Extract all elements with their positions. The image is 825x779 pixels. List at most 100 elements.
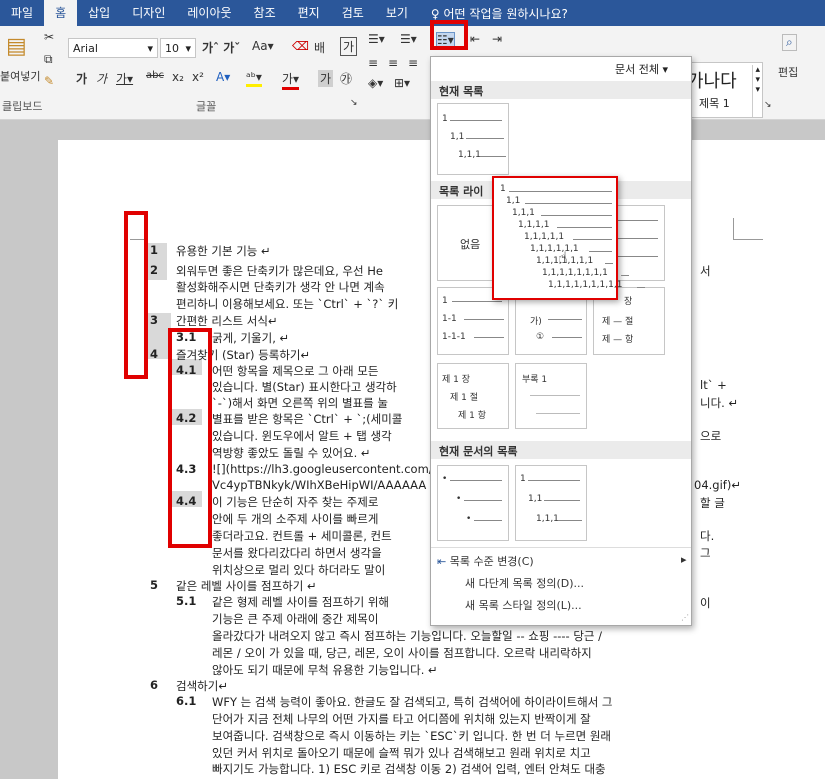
tile-level: 1,1,1: [536, 514, 559, 524]
tell-me-text: 어떤 작업을 원하시나요?: [443, 6, 568, 21]
strikethrough-icon[interactable]: abc: [146, 70, 164, 81]
enclose-icon[interactable]: ㉮: [340, 70, 352, 87]
tab-home[interactable]: 홈: [44, 0, 78, 26]
cut-icon[interactable]: ✂: [44, 30, 54, 44]
style-heading-1[interactable]: 제목 1: [699, 95, 730, 111]
italic-icon[interactable]: 가: [96, 70, 107, 87]
document-line: 기능은 큰 주제 아래에 중간 제목이: [212, 612, 379, 626]
annotation-box-level-1: [124, 211, 148, 379]
text-fragment: 04.gif)↵: [694, 478, 741, 492]
tab-insert[interactable]: 삽입: [77, 0, 121, 26]
tab-design[interactable]: 디자인: [121, 0, 176, 26]
list-library-tile-7[interactable]: 제 1 장 제 1 절 제 1 항: [437, 363, 509, 429]
tile-level: 1-1: [442, 314, 457, 324]
shading-icon[interactable]: ◈▾: [368, 76, 383, 90]
preview-line: [541, 215, 612, 216]
font-color-icon[interactable]: 가▾: [282, 70, 300, 90]
document-line: 있습니다. 윈도우에서 알트 + 탭 생각: [212, 429, 392, 443]
text-fragment: lt` +: [700, 378, 727, 392]
bold-icon[interactable]: 가: [76, 70, 87, 87]
underline-icon[interactable]: 가▾: [116, 70, 133, 87]
align-right-icon[interactable]: ≡: [408, 56, 418, 70]
char-border-icon[interactable]: 가: [340, 37, 358, 56]
doc-list-tile-2[interactable]: 1 1,1 1,1,1: [515, 465, 587, 541]
preview-level: 1,1,1,1,1,1,1,1: [542, 268, 608, 278]
paste-label[interactable]: 붙여넣기: [0, 68, 40, 84]
align-left-icon[interactable]: ≡: [368, 56, 378, 70]
change-case-icon[interactable]: Aa▾: [252, 39, 274, 53]
numbering-icon[interactable]: ☰▾: [400, 32, 417, 46]
font-name-select[interactable]: Arial ▾: [68, 38, 158, 58]
resize-grip-icon[interactable]: ⋰: [681, 613, 689, 622]
copy-icon[interactable]: ⧉: [44, 52, 53, 67]
tab-view[interactable]: 보기: [375, 0, 419, 26]
text-fragment: 할 글: [700, 496, 725, 510]
tab-mailings[interactable]: 편지: [287, 0, 331, 26]
doc-list-tile-1[interactable]: • • •: [437, 465, 509, 541]
preview-line: [557, 227, 612, 228]
align-center-icon[interactable]: ≡: [388, 56, 398, 70]
style-heading-preview[interactable]: 가나다: [687, 67, 737, 93]
scope-select[interactable]: 문서 전체 ▾: [615, 61, 668, 77]
preview-line: [573, 239, 612, 240]
text-effects-icon[interactable]: A▾: [216, 70, 230, 84]
font-dialog-launcher-icon[interactable]: ↘: [350, 98, 358, 108]
text-fragment: 그: [700, 546, 711, 560]
char-shading-icon[interactable]: 가: [318, 70, 334, 87]
borders-icon[interactable]: ⊞▾: [394, 76, 410, 90]
none-label: 없음: [460, 238, 481, 251]
find-icon[interactable]: ⌕: [782, 34, 797, 51]
clipboard-group-label: 클립보드: [2, 100, 43, 113]
current-list-tile[interactable]: 1 1,1 1,1,1: [437, 103, 509, 175]
tab-layout[interactable]: 레이아웃: [176, 0, 242, 26]
text-fragment: 서: [700, 264, 711, 278]
text-fragment: 이: [700, 596, 711, 610]
format-painter-icon[interactable]: ✎: [44, 74, 54, 88]
document-line: 어떤 항목을 제목으로 그 아래 모든: [212, 364, 379, 378]
document-line: 간편한 리스트 서식↵: [176, 314, 278, 328]
list-number: 4: [150, 347, 159, 361]
tell-me-box[interactable]: ♀ 어떤 작업을 원하시나요?: [419, 5, 568, 22]
tile-level: 제 1 항: [458, 411, 487, 421]
font-name-value: Arial: [73, 41, 98, 55]
chevron-down-icon: ▾: [147, 41, 153, 55]
phonetic-icon[interactable]: 배: [314, 39, 325, 56]
grow-font-icon[interactable]: 가ˆ 가ˇ: [202, 39, 240, 56]
superscript-icon[interactable]: x²: [192, 70, 204, 84]
document-line: 같은 형제 레벨 사이를 점프하기 위해: [212, 595, 389, 609]
list-number: 2: [150, 263, 159, 277]
edit-label[interactable]: 편집: [778, 64, 798, 80]
decrease-indent-icon[interactable]: ⇤: [470, 32, 480, 46]
menu-change-list-level[interactable]: ⇤ 목록 수준 변경(C) ▸: [437, 553, 687, 569]
multilevel-list-dropdown: 문서 전체 ▾ 현재 목록 1 1,1 1,1,1 목록 라이 없음 1 1-1…: [430, 56, 692, 626]
paste-icon[interactable]: ▤: [6, 34, 27, 59]
bullets-icon[interactable]: ☰▾: [368, 32, 385, 46]
tab-review[interactable]: 검토: [331, 0, 375, 26]
menu-define-multilevel[interactable]: 새 다단계 목록 정의(D)...: [465, 575, 584, 591]
preview-line: [637, 287, 645, 288]
highlight-icon[interactable]: ᵃᵇ▾: [246, 70, 262, 87]
subscript-icon[interactable]: x₂: [172, 70, 184, 84]
tile-level: 장: [624, 297, 633, 307]
styles-scroll[interactable]: ▴ ▾ ▾: [752, 65, 760, 117]
chevron-right-icon: ▸: [681, 553, 687, 566]
document-line: 유용한 기본 기능 ↵: [176, 244, 271, 258]
document-line: 문서를 왔다리갔다리 하면서 생각을: [212, 546, 382, 560]
font-size-select[interactable]: 10 ▾: [160, 38, 196, 58]
tile-level: 1: [442, 296, 448, 306]
document-line: 이 기능은 단순히 자주 찾는 주제로: [212, 495, 379, 509]
list-preview-popup: 1 1,1 1,1,1 1,1,1,1 1,1,1,1,1 1,1,1,1,1,1 1,1,…: [492, 176, 645, 300]
preview-level: 1,1,1,1,1: [524, 232, 565, 242]
clear-format-icon[interactable]: ⌫: [292, 39, 309, 53]
annotation-box-level-2: [168, 328, 212, 548]
document-line: 굵게, 기울기, ↵: [212, 331, 290, 345]
list-library-tile-8[interactable]: 부록 1: [515, 363, 587, 429]
document-line: 레몬 / 오이 가 있을 때, 당근, 레몬, 오이 사이를 점프합니다. 오르…: [212, 646, 592, 660]
tab-references[interactable]: 참조: [243, 0, 287, 26]
document-line: 활성화해주시면 단축키가 생각 안 나면 계속: [176, 280, 385, 294]
menu-define-list-style[interactable]: 새 목록 스타일 정의(L)...: [465, 597, 582, 613]
tab-file[interactable]: 파일: [0, 0, 44, 26]
increase-indent-icon[interactable]: ⇥: [492, 32, 502, 46]
tile-level: 1,1,1: [458, 150, 481, 160]
styles-dialog-launcher-icon[interactable]: ↘: [764, 100, 772, 110]
